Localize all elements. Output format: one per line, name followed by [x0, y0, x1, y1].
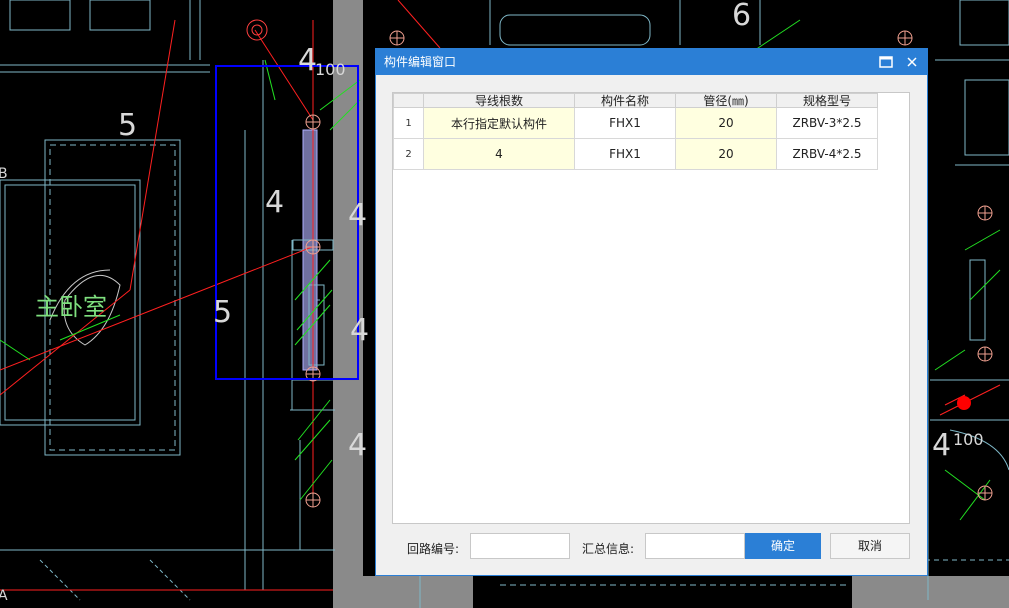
dialog-title: 构件编辑窗口 [384, 55, 457, 69]
dim-number: 4 [265, 185, 284, 220]
dim-number: 4 [350, 313, 369, 348]
summary-info-label: 汇总信息: [582, 542, 635, 556]
circuit-number-input[interactable] [470, 533, 570, 559]
table-header-row: 导线根数 构件名称 管径(㎜) 规格型号 [393, 93, 878, 108]
edge-letter: B [0, 166, 8, 182]
dialog-footer: 回路编号: 汇总信息: 确定 取消 [376, 533, 927, 563]
cell-component-name[interactable]: FHX1 [574, 138, 676, 170]
dim-number: 5 [213, 295, 232, 330]
dialog-titlebar[interactable]: 构件编辑窗口 [376, 49, 927, 75]
column-header-wire-count[interactable]: 导线根数 [423, 93, 575, 108]
cell-wire-count[interactable]: 本行指定默认构件 [423, 107, 575, 139]
cell-spec-model[interactable]: ZRBV-4*2.5 [776, 138, 878, 170]
cell-pipe-diameter[interactable]: 20 [675, 138, 777, 170]
edge-letter: A [0, 588, 8, 604]
dim-number: 6 [732, 0, 751, 33]
table-row[interactable]: 1 本行指定默认构件 FHX1 20 ZRBV-3*2.5 [393, 107, 878, 139]
cell-spec-model[interactable]: ZRBV-3*2.5 [776, 107, 878, 139]
maximize-icon [879, 56, 893, 68]
summary-info-input[interactable] [645, 533, 745, 559]
component-table: 导线根数 构件名称 管径(㎜) 规格型号 1 本行指定默认构件 FHX1 20 … [393, 93, 878, 170]
cell-wire-count[interactable]: 4 [423, 138, 575, 170]
room-label: 主卧室 [35, 293, 107, 321]
component-table-area[interactable]: 导线根数 构件名称 管径(㎜) 规格型号 1 本行指定默认构件 FHX1 20 … [392, 92, 910, 524]
column-header-component-name[interactable]: 构件名称 [574, 93, 676, 108]
cell-component-name[interactable]: FHX1 [574, 107, 676, 139]
cancel-button[interactable]: 取消 [830, 533, 910, 559]
ok-button[interactable]: 确定 [745, 533, 821, 559]
column-header-pipe-diameter[interactable]: 管径(㎜) [675, 93, 777, 108]
column-header-spec-model[interactable]: 规格型号 [776, 93, 878, 108]
circuit-number-label: 回路编号: [407, 542, 460, 556]
cell-pipe-diameter[interactable]: 20 [675, 107, 777, 139]
dim-label: 100 [315, 60, 346, 79]
row-index-header [393, 93, 424, 108]
red-point-marker [957, 396, 971, 410]
dim-label: 100 [953, 430, 984, 449]
maximize-button[interactable] [875, 52, 897, 72]
dim-number: 4 [348, 198, 367, 233]
table-row[interactable]: 2 4 FHX1 20 ZRBV-4*2.5 [393, 138, 878, 170]
dim-number: 4 [348, 428, 367, 463]
row-index[interactable]: 1 [393, 107, 424, 139]
row-index[interactable]: 2 [393, 138, 424, 170]
close-icon [907, 57, 917, 67]
dim-number: 5 [118, 108, 137, 143]
close-button[interactable] [901, 52, 923, 72]
dim-number: 4 [932, 428, 951, 463]
component-edit-dialog: 构件编辑窗口 导线根数 构件名称 管径(㎜) 规格型号 1 本行指定默认构件 F… [375, 48, 928, 576]
